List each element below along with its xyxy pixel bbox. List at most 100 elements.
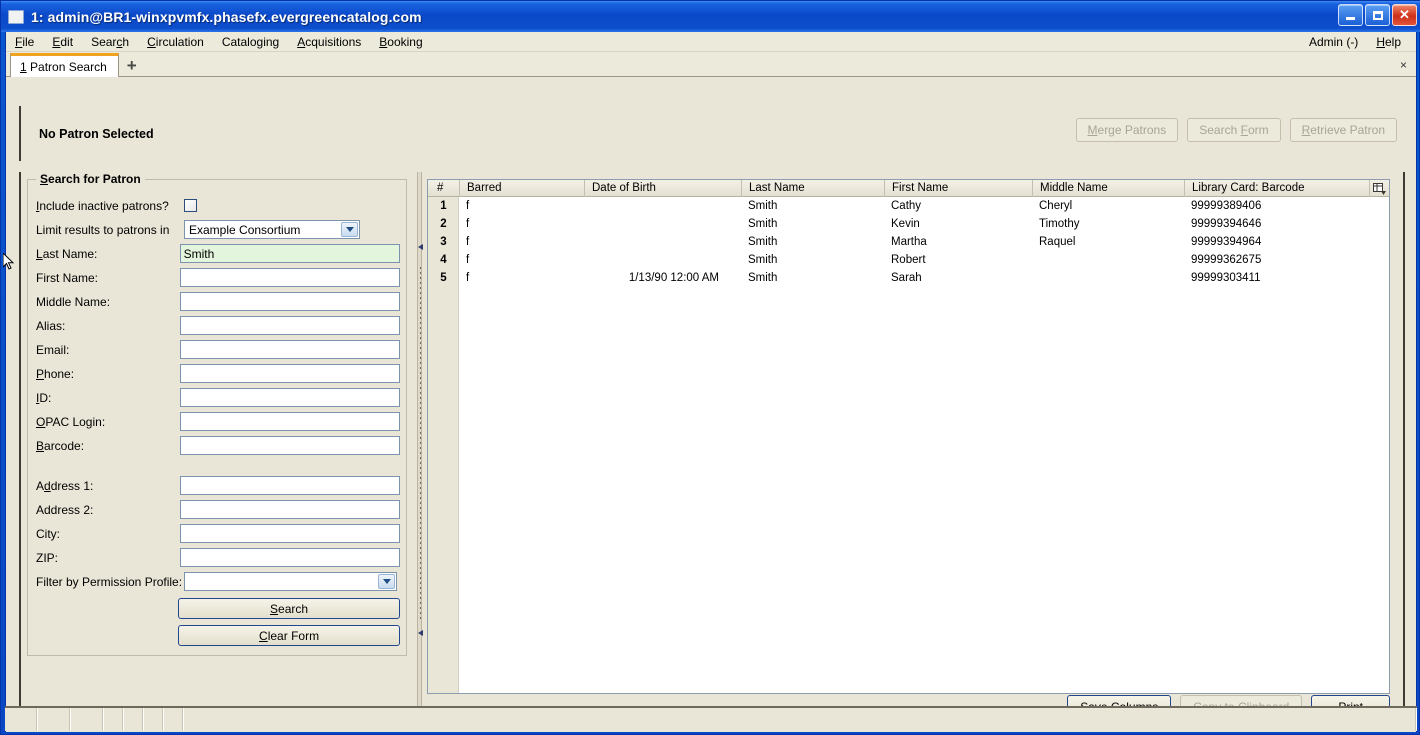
- chevron-down-icon[interactable]: [341, 222, 358, 237]
- cell-first-name: Robert: [891, 254, 926, 266]
- menu-booking[interactable]: Booking: [370, 33, 431, 51]
- cell-first-name: Kevin: [891, 218, 920, 230]
- cell-num: 3: [440, 236, 447, 248]
- close-button[interactable]: ✕: [1392, 4, 1417, 26]
- minimize-button[interactable]: [1338, 4, 1363, 26]
- first-name-input[interactable]: [179, 268, 400, 287]
- cell-last-name: Smith: [748, 236, 778, 248]
- tab-number: 1: [20, 59, 27, 74]
- table-row[interactable]: 2 f Smith Kevin Timothy 99999394646: [428, 215, 1389, 233]
- address-1-input[interactable]: [179, 476, 400, 495]
- table-row[interactable]: 4 f Smith Robert 99999362675: [428, 251, 1389, 269]
- cell-middle-name: Cheryl: [1039, 200, 1073, 212]
- cell-num: 4: [440, 254, 447, 266]
- cell-first-name: Sarah: [891, 272, 922, 284]
- address-2-input[interactable]: [179, 500, 400, 519]
- limit-results-select[interactable]: Example Consortium: [184, 220, 360, 239]
- table-row[interactable]: 1 f Smith Cathy Cheryl 99999389406: [428, 197, 1389, 215]
- id-input[interactable]: [179, 388, 400, 407]
- menu-help[interactable]: Help: [1367, 33, 1410, 51]
- column-header-last-name[interactable]: Last Name: [741, 180, 884, 197]
- menu-acquisitions[interactable]: Acquisitions: [288, 33, 370, 51]
- table-row[interactable]: 5 f 1/13/90 12:00 AM Smith Sarah 9999930…: [428, 269, 1389, 287]
- mouse-cursor: [3, 253, 15, 270]
- barcode-input[interactable]: [179, 436, 400, 455]
- status-segment-5: [124, 708, 144, 731]
- column-picker-glyph: [1373, 182, 1386, 195]
- splitter-track[interactable]: [416, 172, 423, 727]
- cell-dob: 1/13/90 12:00 AM: [628, 272, 719, 284]
- retrieve-patron-button[interactable]: Retrieve Patron: [1289, 118, 1397, 142]
- label-opac-login: OPAC Login:: [36, 414, 106, 429]
- patron-header-bar: No Patron Selected Merge Patrons Search …: [19, 106, 1405, 161]
- cell-barred: f: [466, 272, 470, 284]
- middle-name-input[interactable]: [179, 292, 400, 311]
- table-row[interactable]: 3 f Smith Martha Raquel 99999394964: [428, 233, 1389, 251]
- cell-barred: f: [466, 254, 470, 266]
- menu-admin[interactable]: Admin (-): [1300, 33, 1367, 51]
- menu-edit[interactable]: Edit: [43, 33, 82, 51]
- alias-input[interactable]: [179, 316, 400, 335]
- search-form-button[interactable]: Search Form: [1187, 118, 1281, 142]
- menu-cataloging[interactable]: Cataloging: [213, 33, 288, 51]
- column-header-barred[interactable]: Barred: [459, 180, 584, 197]
- email-input[interactable]: [179, 340, 400, 359]
- minimize-icon: [1346, 17, 1355, 20]
- column-header-date-of-birth[interactable]: Date of Birth: [584, 180, 741, 197]
- maximize-icon: [1372, 10, 1383, 20]
- label-address-2: Address 2:: [36, 502, 94, 517]
- cell-dob: [584, 215, 741, 233]
- menu-bar: File Edit Search Circulation Cataloging …: [6, 32, 1416, 52]
- window-controls: ✕: [1338, 4, 1417, 26]
- cell-barcode: 99999303411: [1191, 272, 1261, 284]
- merge-patrons-button[interactable]: Merge Patrons: [1075, 118, 1179, 142]
- collapse-left-arrow-icon-2[interactable]: [417, 630, 423, 637]
- patron-results-grid: # Barred Date of Birth Last Name First N…: [427, 179, 1390, 694]
- label-include-inactive: Include inactive patrons?: [36, 198, 169, 213]
- phone-input[interactable]: [179, 364, 400, 383]
- search-button[interactable]: Search: [178, 598, 400, 619]
- cell-barcode: 99999394646: [1191, 218, 1262, 230]
- cell-num: 2: [440, 218, 447, 230]
- label-address-1: Address 1:: [36, 478, 94, 493]
- limit-results-value: Example Consortium: [189, 222, 301, 237]
- cell-barcode: 99999394964: [1191, 236, 1262, 248]
- panel-splitter[interactable]: [411, 172, 427, 727]
- label-limit-results: Limit results to patrons in: [36, 222, 170, 237]
- column-header-num[interactable]: #: [428, 180, 459, 197]
- cell-barcode: 99999362675: [1191, 254, 1262, 266]
- new-tab-button[interactable]: +: [127, 57, 137, 74]
- label-id: ID:: [36, 390, 52, 405]
- chevron-down-icon[interactable]: [378, 574, 395, 589]
- cell-first-name: Cathy: [891, 200, 922, 212]
- cell-barred: f: [466, 236, 470, 248]
- column-header-first-name[interactable]: First Name: [884, 180, 1032, 197]
- permission-profile-select[interactable]: [184, 572, 397, 591]
- label-middle-name: Middle Name:: [36, 294, 111, 309]
- cell-first-name: Martha: [891, 236, 927, 248]
- close-tab-button[interactable]: ×: [1400, 58, 1407, 72]
- window-title: 1: admin@BR1-winxpvmfx.phasefx.evergreen…: [31, 8, 422, 25]
- include-inactive-checkbox[interactable]: [184, 199, 197, 212]
- zip-input[interactable]: [179, 548, 400, 567]
- label-last-name: Last Name:: [36, 246, 98, 261]
- column-header-library-card-barcode[interactable]: Library Card: Barcode: [1184, 180, 1370, 197]
- results-panel: # Barred Date of Birth Last Name First N…: [427, 172, 1405, 727]
- column-picker-icon[interactable]: [1369, 180, 1389, 197]
- last-name-input[interactable]: [179, 244, 400, 263]
- menu-file[interactable]: File: [6, 33, 43, 51]
- column-header-middle-name[interactable]: Middle Name: [1032, 180, 1184, 197]
- cell-middle-name: Timothy: [1039, 218, 1080, 230]
- status-segment-7: [164, 708, 184, 731]
- menu-search[interactable]: Search: [82, 33, 138, 51]
- city-input[interactable]: [179, 524, 400, 543]
- search-for-patron-group: Search for Patron Include inactive patro…: [27, 172, 407, 656]
- opac-login-input[interactable]: [179, 412, 400, 431]
- tab-patron-search[interactable]: 1 Patron Search: [10, 53, 119, 77]
- search-group-legend: Search for Patron: [36, 172, 145, 186]
- menu-circulation[interactable]: Circulation: [138, 33, 213, 51]
- maximize-button[interactable]: [1365, 4, 1390, 26]
- clear-form-button[interactable]: Clear Form: [178, 625, 400, 646]
- main-split-area: Search for Patron Include inactive patro…: [19, 172, 1405, 727]
- collapse-left-arrow-icon[interactable]: [417, 244, 423, 251]
